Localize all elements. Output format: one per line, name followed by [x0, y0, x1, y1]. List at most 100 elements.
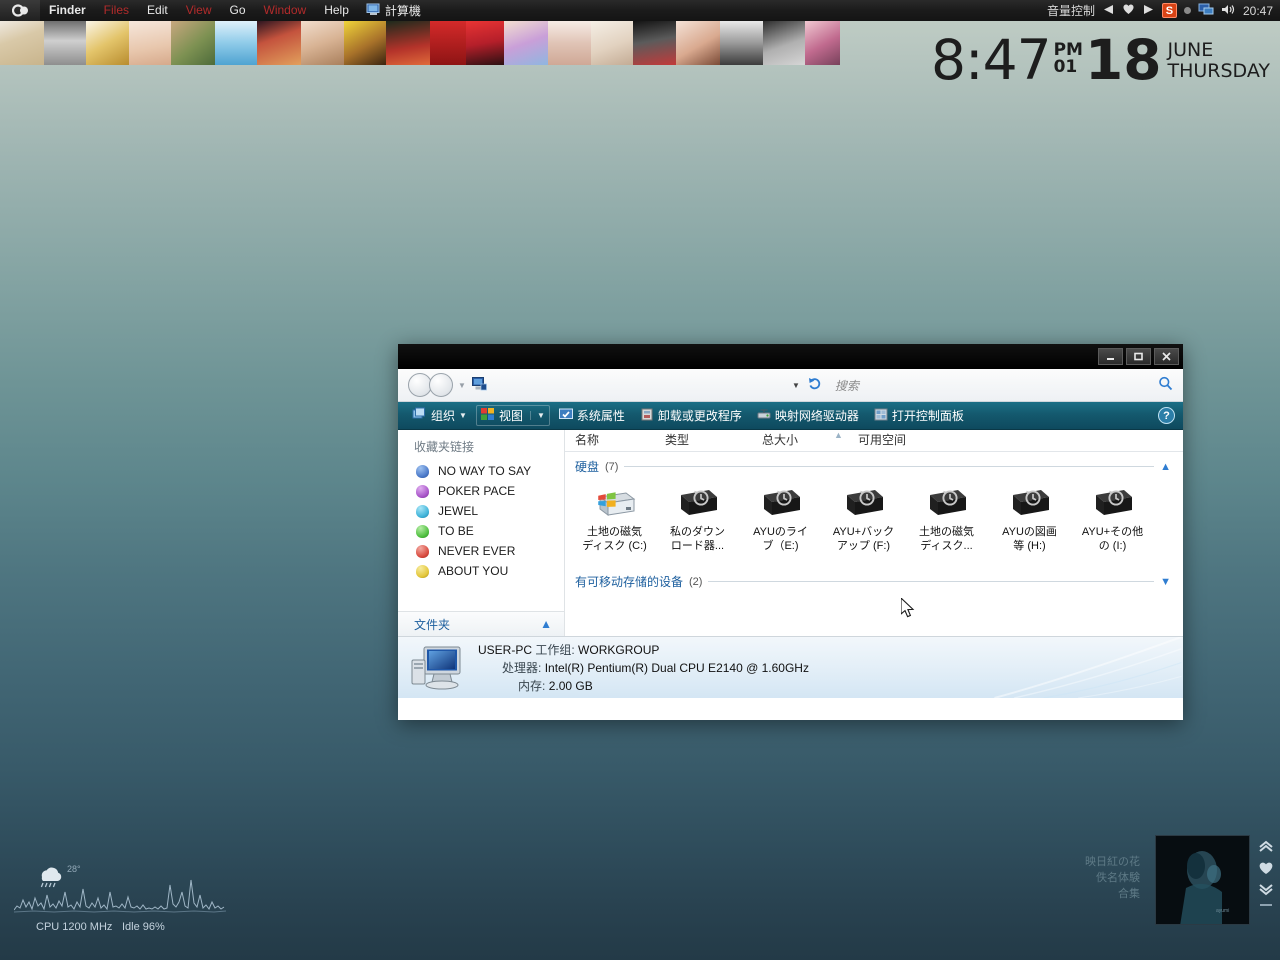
photo-thumb[interactable] — [257, 21, 301, 65]
group-label: 硬盘 — [575, 460, 600, 474]
photo-thumb[interactable] — [591, 21, 633, 65]
chevron-down-icon[interactable]: ▼ — [1160, 576, 1171, 588]
column-header-free-space[interactable]: 可用空间 — [858, 431, 906, 451]
status-row-processor: 处理器: Intel(R) Pentium(R) Dual CPU E2140 … — [478, 659, 809, 677]
photo-thumb[interactable] — [430, 21, 466, 65]
menu-files[interactable]: Files — [95, 0, 138, 21]
decorative-swoosh — [994, 637, 1182, 698]
clock-tray-time[interactable]: 20:47 — [1243, 4, 1273, 18]
map-network-drive-button[interactable]: 映射网络驱动器 — [751, 405, 865, 426]
chevron-up-icon[interactable]: ▲ — [1160, 461, 1171, 473]
minimize-icon[interactable] — [1098, 348, 1123, 365]
memory-value: 2.00 GB — [548, 678, 593, 693]
organize-label: 组织 — [431, 409, 456, 423]
apple-logo-icon[interactable] — [0, 0, 40, 21]
speaker-icon[interactable] — [1221, 3, 1236, 19]
photo-thumb[interactable] — [171, 21, 215, 65]
photo-thumb[interactable] — [215, 21, 257, 65]
previous-track-icon[interactable] — [1102, 4, 1115, 18]
photo-thumb[interactable] — [44, 21, 86, 65]
forward-arrow-icon[interactable] — [429, 373, 453, 397]
windows-drive-icon — [592, 481, 638, 521]
uninstall-button[interactable]: 卸载或更改程序 — [634, 405, 748, 426]
chevron-down-icon[interactable]: ▼ — [459, 411, 467, 420]
svg-text:ayumi: ayumi — [1216, 908, 1229, 914]
address-chevron-down-icon[interactable]: ▼ — [792, 381, 800, 390]
photo-thumb[interactable] — [633, 21, 676, 65]
chevron-down-double-icon[interactable] — [1258, 883, 1274, 899]
photo-thumb[interactable] — [344, 21, 386, 65]
open-control-panel-button[interactable]: 打开控制面板 — [868, 405, 970, 426]
drive-item[interactable]: 土地の磁気 ディスク... — [905, 481, 988, 553]
tray-dot-icon[interactable] — [1183, 7, 1191, 14]
explorer-window: ▼ ▼ 搜索 组织 ▼ 视图 ▼ 系统属性 卸载或更改程序 映射网络驱动器 打开… — [398, 344, 1183, 720]
folders-label: 文件夹 — [414, 617, 451, 632]
maximize-icon[interactable] — [1126, 348, 1151, 365]
next-track-icon[interactable] — [1142, 4, 1155, 18]
group-header-hard-disks[interactable]: 硬盘 (7) ▲ — [565, 452, 1183, 475]
system-properties-button[interactable]: 系统属性 — [553, 405, 631, 426]
view-chevron-down-icon[interactable]: ▼ — [529, 411, 545, 420]
chevron-up-icon[interactable]: ▲ — [540, 617, 552, 631]
view-button[interactable]: 视图 ▼ — [475, 405, 550, 426]
active-app[interactable]: 計算機 — [358, 2, 429, 19]
photo-thumb[interactable] — [86, 21, 129, 65]
window-title-bar[interactable] — [398, 344, 1183, 369]
photo-thumb[interactable] — [805, 21, 840, 65]
menu-finder[interactable]: Finder — [40, 0, 95, 21]
folders-pane-toggle[interactable]: 文件夹 ▲ — [398, 611, 564, 636]
menu-edit[interactable]: Edit — [138, 0, 177, 21]
drive-item[interactable]: AYU+バック アップ (F:) — [822, 481, 905, 553]
photo-thumb[interactable] — [763, 21, 805, 65]
sogou-ime-icon[interactable]: S — [1161, 3, 1177, 18]
sidebar-item-about-you[interactable]: ABOUT YOU — [398, 561, 564, 581]
search-input[interactable]: 搜索 — [835, 377, 859, 394]
menu-help[interactable]: Help — [315, 0, 358, 21]
sidebar-item-label: POKER PACE — [438, 484, 516, 498]
drive-item[interactable]: AYUの図画 等 (H:) — [988, 481, 1071, 553]
photo-thumb[interactable] — [548, 21, 591, 65]
column-header-name[interactable]: 名称 — [575, 431, 665, 451]
search-icon[interactable] — [1158, 376, 1173, 394]
sidebar-item-poker-pace[interactable]: POKER PACE — [398, 481, 564, 501]
photo-thumb[interactable] — [466, 21, 504, 65]
sidebar-item-label: JEWEL — [438, 504, 479, 518]
clock-meridiem-block: PM 01 — [1054, 42, 1083, 76]
close-icon[interactable] — [1154, 348, 1179, 365]
column-header-total-size[interactable]: 总大小 — [762, 431, 858, 451]
organize-button[interactable]: 组织 ▼ — [406, 405, 473, 426]
heart-icon[interactable] — [1258, 861, 1274, 878]
group-header-removable-devices[interactable]: 有可移动存储的设备 (2) ▼ — [565, 553, 1183, 590]
menu-window[interactable]: Window — [255, 0, 316, 21]
photo-thumb[interactable] — [301, 21, 344, 65]
chevron-up-double-icon[interactable] — [1258, 840, 1274, 856]
navigation-bar: ▼ ▼ 搜索 — [398, 369, 1183, 402]
menu-view[interactable]: View — [177, 0, 221, 21]
photo-thumb[interactable] — [720, 21, 763, 65]
column-header-type[interactable]: 类型 — [665, 431, 762, 451]
sidebar-item-jewel[interactable]: JEWEL — [398, 501, 564, 521]
menu-go[interactable]: Go — [221, 0, 255, 21]
history-chevron-down-icon[interactable]: ▼ — [458, 381, 466, 390]
drive-item[interactable]: AYU+その他 の (I:) — [1071, 481, 1154, 553]
album-art-icon[interactable]: ayumi — [1155, 835, 1250, 925]
track-artist: 佚名体験 — [1096, 872, 1140, 884]
volume-control-label[interactable]: 音量控制 — [1047, 2, 1095, 19]
photo-thumb[interactable] — [386, 21, 430, 65]
refresh-icon[interactable] — [808, 377, 823, 394]
sidebar-item-to-be[interactable]: TO BE — [398, 521, 564, 541]
drive-item[interactable]: 私のダウン ロード器... — [656, 481, 739, 553]
photo-thumb[interactable] — [504, 21, 548, 65]
drive-item[interactable]: 土地の磁気 ディスク (C:) — [573, 481, 656, 553]
drive-item[interactable]: AYUのライ ブ（E:) — [739, 481, 822, 553]
photo-thumb[interactable] — [129, 21, 171, 65]
system-properties-icon — [558, 408, 573, 424]
network-icon[interactable] — [1198, 2, 1214, 19]
photo-thumb[interactable] — [676, 21, 720, 65]
sidebar-item-no-way-to-say[interactable]: NO WAY TO SAY — [398, 461, 564, 481]
help-icon[interactable]: ? — [1158, 407, 1175, 424]
sidebar-item-never-ever[interactable]: NEVER EVER — [398, 541, 564, 561]
group-label: 有可移动存储的设备 — [575, 575, 684, 589]
photo-thumb[interactable] — [0, 21, 44, 65]
heart-icon[interactable] — [1122, 3, 1135, 18]
